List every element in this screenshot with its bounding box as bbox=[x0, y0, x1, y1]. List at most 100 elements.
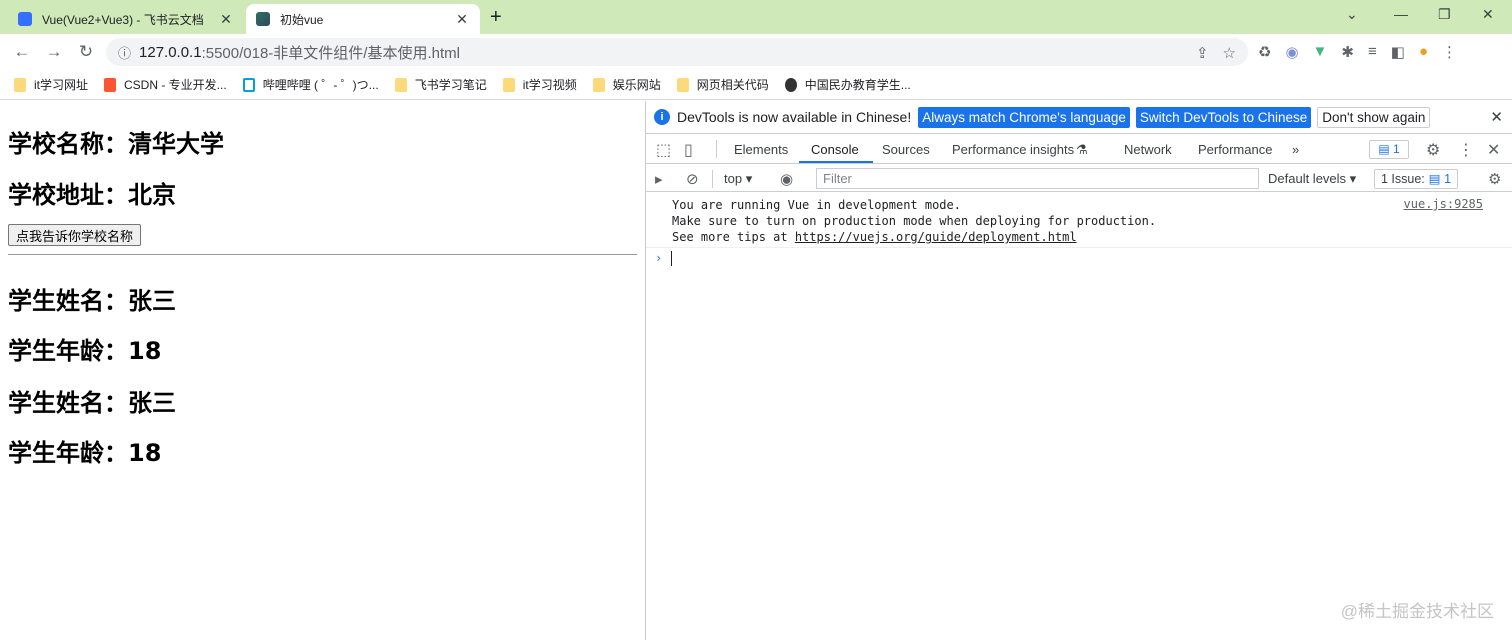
issues-counter[interactable]: 1 Issue: ▤ 1 bbox=[1374, 169, 1459, 189]
clear-console-icon[interactable]: ⊘ bbox=[686, 170, 699, 188]
side-panel-icon[interactable]: ◧ bbox=[1391, 43, 1405, 61]
show-sidebar-icon[interactable]: ▸ bbox=[655, 170, 663, 188]
extensions-puzzle-icon[interactable]: ✱ bbox=[1341, 43, 1354, 61]
feishu-doc-icon bbox=[18, 12, 32, 26]
bookmark-item[interactable]: 娱乐网站 bbox=[592, 76, 661, 93]
deployment-link[interactable]: https://vuejs.org/guide/deployment.html bbox=[795, 230, 1077, 244]
bookmarks-bar: it学习网址 CSDN - 专业开发... 哔哩哔哩 ( ゜- ゜)つ... 飞… bbox=[0, 70, 1512, 100]
folder-icon bbox=[394, 77, 407, 92]
bookmark-item[interactable]: CSDN - 专业开发... bbox=[104, 76, 227, 93]
folder-icon bbox=[502, 77, 515, 92]
student-age-heading: 学生年龄：18 bbox=[8, 439, 162, 467]
url-host: 127.0.0.1 bbox=[139, 43, 202, 61]
browser-toolbar: ← → ↻ ⓘ 127.0.0.1 :5500/018-非单文件组件/基本使用.… bbox=[0, 34, 1512, 70]
url-path: :5500/018-非单文件组件/基本使用.html bbox=[201, 44, 460, 62]
messages-badge[interactable]: ▤ 1 bbox=[1369, 140, 1409, 159]
school-name-heading: 学校名称：清华大学 bbox=[8, 130, 224, 158]
tab-title: 初始vue bbox=[280, 12, 324, 27]
vue-devtools-icon[interactable]: ▼ bbox=[1313, 43, 1328, 61]
live-expression-eye-icon[interactable]: ◉ bbox=[780, 170, 793, 188]
bilibili-icon bbox=[242, 77, 255, 92]
divider bbox=[8, 254, 637, 255]
more-tabs-icon[interactable]: » bbox=[1292, 142, 1299, 157]
tab-elements[interactable]: Elements bbox=[734, 142, 788, 157]
tab-console[interactable]: Console bbox=[811, 142, 859, 157]
inspect-element-icon[interactable]: ⬚ bbox=[656, 140, 671, 160]
device-toolbar-icon[interactable]: ▯ bbox=[684, 140, 693, 160]
close-icon[interactable]: ✕ bbox=[454, 11, 470, 28]
console-input-caret[interactable] bbox=[671, 251, 672, 266]
bookmark-item[interactable]: 飞书学习笔记 bbox=[394, 76, 487, 93]
settings-gear-icon[interactable]: ⚙ bbox=[1426, 140, 1440, 160]
message-divider bbox=[646, 247, 1512, 248]
tab-title: Vue(Vue2+Vue3) - 飞书云文档 bbox=[42, 12, 204, 27]
bookmark-item[interactable]: 网页相关代码 bbox=[676, 76, 769, 93]
console-settings-gear-icon[interactable]: ⚙ bbox=[1488, 170, 1501, 188]
page-favicon-icon bbox=[256, 12, 270, 26]
close-icon[interactable]: ✕ bbox=[1490, 108, 1503, 126]
restore-icon[interactable]: ❐ bbox=[1438, 6, 1451, 23]
extensions-area: ♻ ◉ ▼ ✱ ≡ ◧ ● ⋮ bbox=[1258, 43, 1457, 61]
folder-icon bbox=[14, 77, 26, 92]
tab-performance[interactable]: Performance bbox=[1198, 142, 1272, 157]
browser-tab-vue[interactable]: 初始vue ✕ bbox=[246, 4, 480, 34]
selected-tab-indicator bbox=[799, 161, 873, 163]
devtools-language-infobar: i DevTools is now available in Chinese! … bbox=[646, 101, 1512, 134]
experiment-flask-icon: ⚗ bbox=[1076, 142, 1088, 157]
watermark: @稀土掘金技术社区 bbox=[1340, 602, 1494, 621]
tab-network[interactable]: Network bbox=[1124, 142, 1172, 157]
student-name-heading: 学生姓名：张三 bbox=[8, 389, 176, 417]
profile-avatar-icon[interactable]: ● bbox=[1419, 43, 1428, 61]
info-icon: i bbox=[654, 109, 670, 125]
window-close-icon[interactable]: ✕ bbox=[1482, 6, 1494, 23]
context-selector[interactable]: top ▾ bbox=[724, 171, 752, 187]
console-filter-input[interactable]: Filter bbox=[816, 168, 1259, 189]
student-age-heading: 学生年龄：18 bbox=[8, 337, 162, 365]
tab-sources[interactable]: Sources bbox=[882, 142, 930, 157]
bookmark-item[interactable]: 哔哩哔哩 ( ゜- ゜)つ... bbox=[242, 76, 379, 93]
infobar-message: DevTools is now available in Chinese! bbox=[677, 109, 912, 125]
minimize-icon[interactable]: — bbox=[1394, 6, 1408, 22]
log-levels-dropdown[interactable]: Default levels ▾ bbox=[1268, 171, 1356, 187]
folder-icon bbox=[676, 77, 689, 92]
globe-icon bbox=[784, 77, 797, 92]
tab-strip: Vue(Vue2+Vue3) - 飞书云文档 ✕ 初始vue ✕ + ⌄ — ❐… bbox=[0, 0, 1512, 34]
site-info-icon[interactable]: ⓘ bbox=[118, 43, 131, 62]
student-name-heading: 学生姓名：张三 bbox=[8, 287, 176, 315]
devtools-tab-bar: ⬚ ▯ Elements Console Sources Performance… bbox=[646, 135, 1512, 164]
source-location-link[interactable]: vue.js:9285 bbox=[1404, 197, 1483, 211]
page-viewport: 学校名称：清华大学 学校地址：北京 点我告诉你学校名称 学生姓名：张三 学生年龄… bbox=[0, 101, 645, 640]
tab-performance-insights[interactable]: Performance insights bbox=[952, 142, 1074, 157]
separator bbox=[712, 170, 713, 188]
reload-icon[interactable]: ↻ bbox=[76, 42, 96, 62]
always-match-language-button[interactable]: Always match Chrome's language bbox=[918, 106, 1130, 128]
separator bbox=[716, 140, 717, 158]
dont-show-again-button[interactable]: Don't show again bbox=[1317, 106, 1431, 128]
share-icon[interactable]: ⇪ bbox=[1196, 44, 1209, 62]
tab-search-chevron-icon[interactable]: ⌄ bbox=[1346, 6, 1358, 23]
reading-list-icon[interactable]: ≡ bbox=[1368, 43, 1377, 61]
console-toolbar: ▸ ⊘ top ▾ ◉ Filter Default levels ▾ 1 Is… bbox=[646, 165, 1512, 192]
browser-tab-feishu[interactable]: Vue(Vue2+Vue3) - 飞书云文档 ✕ bbox=[8, 4, 244, 34]
forward-icon[interactable]: → bbox=[44, 42, 64, 62]
recycle-extension-icon[interactable]: ♻ bbox=[1258, 43, 1271, 61]
bookmark-item[interactable]: it学习视频 bbox=[502, 76, 577, 93]
school-address-heading: 学校地址：北京 bbox=[8, 181, 176, 209]
new-tab-button[interactable]: + bbox=[490, 6, 502, 28]
bookmark-star-icon[interactable]: ☆ bbox=[1223, 44, 1236, 62]
address-bar[interactable]: ⓘ 127.0.0.1 :5500/018-非单文件组件/基本使用.html ⇪… bbox=[106, 38, 1248, 66]
close-icon[interactable]: ✕ bbox=[218, 11, 234, 28]
circle-extension-icon[interactable]: ◉ bbox=[1285, 43, 1298, 61]
switch-to-chinese-button[interactable]: Switch DevTools to Chinese bbox=[1135, 106, 1312, 128]
close-devtools-icon[interactable]: ✕ bbox=[1487, 140, 1500, 160]
folder-icon bbox=[592, 77, 605, 92]
show-school-name-button[interactable]: 点我告诉你学校名称 bbox=[8, 224, 142, 246]
back-icon[interactable]: ← bbox=[12, 42, 32, 62]
devtools-panel: i DevTools is now available in Chinese! … bbox=[645, 101, 1512, 640]
bookmark-item[interactable]: 中国民办教育学生... bbox=[784, 76, 911, 93]
bookmark-item[interactable]: it学习网址 bbox=[14, 76, 88, 93]
csdn-icon bbox=[104, 77, 117, 92]
console-message: You are running Vue in development mode.… bbox=[672, 198, 1157, 244]
menu-kebab-icon[interactable]: ⋮ bbox=[1442, 43, 1457, 61]
devtools-menu-icon[interactable]: ⋮ bbox=[1458, 140, 1474, 160]
